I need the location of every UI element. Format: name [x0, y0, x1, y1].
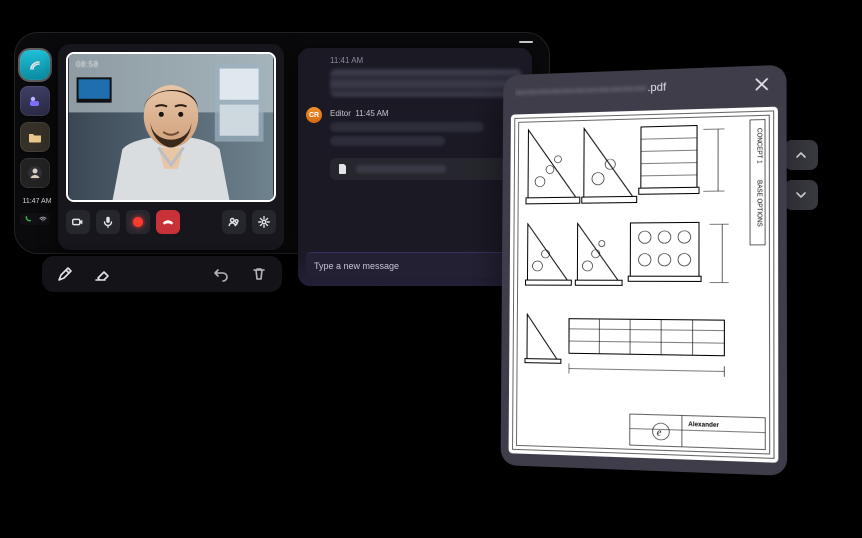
call-controls — [66, 210, 276, 234]
undo-button[interactable] — [210, 263, 232, 285]
message-body-redacted — [330, 136, 445, 146]
svg-text:e: e — [657, 427, 662, 439]
chat-attachment[interactable] — [330, 158, 522, 180]
undo-icon — [213, 266, 229, 282]
pdf-title: ———————————.pdf — [515, 78, 750, 98]
close-icon — [752, 75, 771, 94]
attachment-name-redacted — [356, 165, 446, 173]
settings-icon — [257, 215, 271, 229]
participants-icon — [227, 215, 241, 229]
pdf-viewer-panel[interactable]: ———————————.pdf .dl{stroke:#000;stroke-w… — [501, 65, 788, 476]
video-call-panel: 08:58 — [58, 44, 284, 250]
scroll-down-button[interactable] — [784, 180, 818, 210]
remote-participant-video — [68, 54, 274, 200]
call-settings-button[interactable] — [252, 210, 276, 234]
message-body-redacted — [330, 122, 484, 132]
wifi-status-icon — [35, 213, 50, 225]
avatar-icon — [27, 165, 43, 181]
camera-icon — [71, 215, 85, 229]
sidebar-clock: 11:47 AM — [20, 198, 54, 205]
sender-avatar: CR — [306, 107, 322, 123]
pen-icon — [56, 265, 74, 283]
sidebar-app-immersive[interactable] — [20, 50, 50, 80]
chevron-down-icon — [793, 187, 809, 203]
record-button[interactable] — [126, 210, 150, 234]
record-icon — [133, 217, 143, 227]
svg-text:BASE OPTIONS: BASE OPTIONS — [755, 180, 762, 227]
delete-button[interactable] — [248, 263, 270, 285]
mic-icon — [101, 215, 115, 229]
message-timestamp: 11:41 AM — [330, 56, 522, 65]
app-sidebar: 11:47 AM — [20, 50, 54, 225]
phone-hangup-icon — [161, 215, 175, 229]
chat-input[interactable]: Type a new message — [306, 252, 524, 278]
chat-panel: 11:41 AM CR Editor 11:45 AM Type a new m… — [298, 48, 532, 286]
mic-toggle-button[interactable] — [96, 210, 120, 234]
message-body-redacted — [330, 69, 522, 97]
eraser-tool-button[interactable] — [92, 263, 114, 285]
sidebar-app-teams[interactable] — [20, 86, 50, 116]
pdf-page[interactable]: .dl{stroke:#000;stroke-width:1;fill:none… — [509, 107, 779, 463]
chevron-up-icon — [793, 147, 809, 163]
trash-icon — [251, 266, 267, 282]
svg-text:CONCEPT 1: CONCEPT 1 — [755, 128, 762, 164]
video-feed[interactable]: 08:58 — [66, 52, 276, 202]
svg-text:Alexander: Alexander — [688, 422, 719, 429]
sidebar-app-people[interactable] — [20, 158, 50, 188]
phone-status-icon — [20, 213, 35, 225]
file-icon — [336, 162, 350, 176]
minimize-button[interactable] — [519, 41, 533, 43]
sender-name: Editor 11:45 AM — [330, 109, 522, 118]
camera-toggle-button[interactable] — [66, 210, 90, 234]
scroll-up-button[interactable] — [784, 140, 818, 170]
hangup-button[interactable] — [156, 210, 180, 234]
pen-tool-button[interactable] — [54, 263, 76, 285]
participants-button[interactable] — [222, 210, 246, 234]
call-timer: 08:58 — [76, 60, 99, 69]
chat-input-placeholder: Type a new message — [314, 261, 399, 271]
engineering-drawing: .dl{stroke:#000;stroke-width:1;fill:none… — [509, 107, 779, 463]
pdf-scroll-controls — [784, 140, 818, 210]
chat-message: CR Editor 11:45 AM — [330, 109, 522, 146]
sidebar-status-bar — [20, 213, 50, 225]
annotation-toolbar — [42, 256, 282, 292]
chat-message: 11:41 AM — [330, 56, 522, 97]
sidebar-app-files[interactable] — [20, 122, 50, 152]
close-button[interactable] — [750, 72, 774, 96]
eraser-icon — [94, 265, 112, 283]
folder-icon — [27, 129, 43, 145]
